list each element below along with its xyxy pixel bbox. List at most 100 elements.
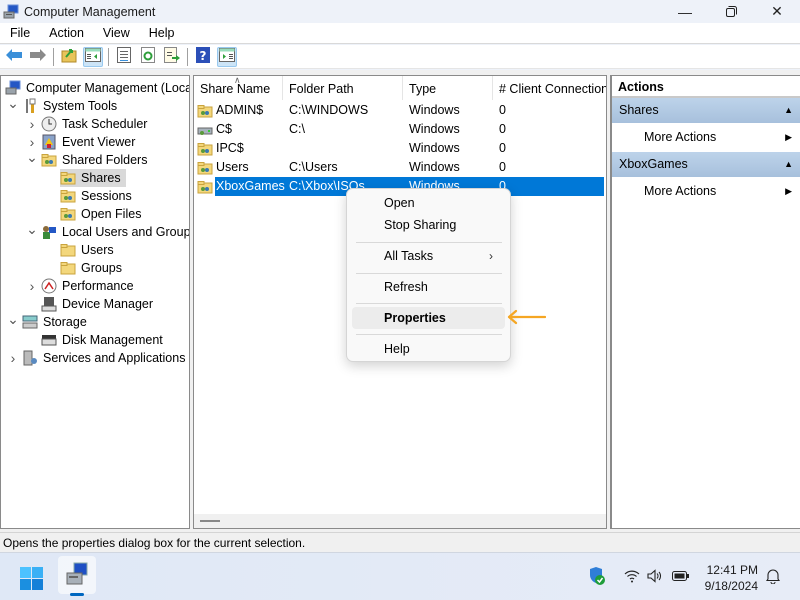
context-menu-open[interactable]: Open	[352, 192, 505, 214]
tree-item-content: Shares	[60, 169, 126, 187]
tree-item-performance[interactable]: › Performance	[26, 277, 139, 295]
show-hide-action-pane-icon	[219, 48, 235, 65]
tree-item-computer-management-local[interactable]: Computer Management (Local	[5, 79, 189, 97]
volume-icon[interactable]	[647, 568, 663, 586]
tree-item-storage[interactable]: ⌄ Storage	[7, 310, 92, 331]
bell-icon[interactable]	[765, 568, 781, 587]
chevron-right-icon[interactable]: ›	[7, 349, 19, 367]
shared-folder-icon	[197, 141, 213, 157]
tree-item-label: Disk Management	[62, 333, 163, 347]
forward-button[interactable]	[28, 47, 48, 67]
forward-arrow-icon	[30, 49, 46, 64]
table-row[interactable]: C$ C:\ Windows 0	[197, 120, 579, 139]
help-button[interactable]: ?	[193, 47, 213, 67]
list-header: ∧ Share Name Folder Path Type # Client C…	[194, 76, 606, 100]
column-header-folder-path[interactable]: Folder Path	[283, 76, 403, 100]
table-row[interactable]: Users C:\Users Windows 0	[197, 158, 579, 177]
folder-icon	[60, 242, 76, 258]
tree-item-label: Users	[81, 243, 114, 257]
clock-date: 9/18/2024	[704, 579, 758, 593]
tree-item-task-scheduler[interactable]: › Task Scheduler	[26, 115, 152, 133]
menu-help[interactable]: Help	[139, 23, 184, 44]
close-button[interactable]: ✕	[754, 0, 800, 23]
minimize-button[interactable]: —	[662, 0, 708, 23]
tree-item-services-and-applications[interactable]: › Services and Applications	[7, 349, 189, 367]
chevron-right-icon[interactable]: ›	[26, 115, 38, 133]
context-menu-stop-sharing[interactable]: Stop Sharing	[352, 214, 505, 236]
taskbar: 12:41 PM 9/18/2024	[0, 552, 800, 600]
table-row[interactable]: IPC$ Windows 0	[197, 139, 579, 158]
tree-item-label: Storage	[43, 315, 87, 329]
chevron-right-icon[interactable]: ›	[26, 277, 38, 295]
column-header-share-name[interactable]: ∧ Share Name	[194, 76, 283, 100]
cell-client-connections: 0	[499, 179, 506, 193]
battery-icon[interactable]	[672, 570, 690, 585]
toolbar-separator	[53, 47, 54, 66]
more-actions-xboxgames[interactable]: More Actions ▶	[612, 177, 800, 206]
chevron-down-icon[interactable]: ⌄	[26, 148, 38, 166]
tree-item-label: Open Files	[81, 207, 142, 221]
tree-item-system-tools[interactable]: ⌄ System Tools	[7, 94, 122, 115]
back-button[interactable]	[4, 47, 24, 67]
cell-type: Windows	[409, 122, 460, 136]
chevron-down-icon[interactable]: ⌄	[26, 220, 38, 238]
windows-security-icon[interactable]	[588, 566, 606, 588]
actions-group-xboxgames[interactable]: XboxGames ▲	[612, 152, 800, 177]
chevron-down-icon[interactable]: ⌄	[7, 310, 19, 328]
scrollbar-thumb[interactable]	[200, 520, 220, 522]
taskbar-app-computer-management[interactable]	[58, 556, 96, 596]
tree-item-content: Shared Folders	[41, 151, 152, 169]
tree-item-device-manager[interactable]: Device Manager	[26, 295, 158, 313]
clock-icon	[41, 116, 57, 132]
cell-client-connections: 0	[499, 141, 506, 155]
shared-folder-icon	[60, 170, 76, 186]
tree-item-content: Sessions	[60, 187, 137, 205]
context-menu-all-tasks[interactable]: All Tasks ›	[352, 245, 505, 267]
wifi-icon[interactable]	[624, 569, 640, 586]
export-list-button[interactable]	[162, 47, 182, 67]
tree-item-content: Computer Management (Local	[5, 79, 189, 97]
restore-button[interactable]	[708, 0, 754, 23]
tree-item-label: Local Users and Groups	[62, 225, 190, 239]
menu-action[interactable]: Action	[39, 23, 93, 44]
context-menu-refresh[interactable]: Refresh	[352, 276, 505, 298]
start-button[interactable]	[20, 567, 44, 591]
show-hide-console-tree-button[interactable]	[83, 46, 103, 67]
svg-text:?: ?	[200, 49, 207, 63]
context-menu-properties[interactable]: Properties	[352, 307, 505, 329]
toolbar: ?	[0, 45, 800, 69]
horizontal-scrollbar[interactable]	[194, 514, 606, 528]
tree-item-users[interactable]: Users	[45, 241, 119, 259]
more-actions-shares[interactable]: More Actions ▶	[612, 123, 800, 152]
show-hide-action-pane-button[interactable]	[217, 46, 237, 67]
tree-item-content: Disk Management	[41, 331, 168, 349]
menu-file[interactable]: File	[0, 23, 39, 44]
tree-item-disk-management[interactable]: Disk Management	[26, 331, 168, 349]
tree-item-open-files[interactable]: Open Files	[45, 205, 146, 223]
console-tree: Computer Management (Local ⌄ System Tools ›…	[0, 75, 190, 529]
up-one-level-button[interactable]	[59, 47, 79, 67]
menu-separator	[356, 273, 502, 274]
actions-group-shares[interactable]: Shares ▲	[612, 98, 800, 123]
tree-item-shared-folders[interactable]: ⌄ Shared Folders	[26, 148, 152, 169]
tree-item-sessions[interactable]: Sessions	[45, 187, 137, 205]
refresh-button[interactable]	[138, 47, 158, 67]
properties-button[interactable]	[114, 47, 134, 67]
context-menu-help[interactable]: Help	[352, 338, 505, 360]
menu-bar: File Action View Help	[0, 23, 800, 44]
chevron-down-icon[interactable]: ⌄	[7, 94, 19, 112]
column-header-client-connections[interactable]: # Client Connection	[493, 76, 606, 100]
tree-item-groups[interactable]: Groups	[45, 259, 127, 277]
tree-item-content: Local Users and Groups	[41, 223, 190, 241]
clock[interactable]: 12:41 PM 9/18/2024	[705, 562, 758, 594]
tree-item-shares[interactable]: Shares	[45, 169, 126, 187]
tree-item-local-users-and-groups[interactable]: ⌄ Local Users and Groups	[26, 220, 190, 241]
column-header-type[interactable]: Type	[403, 76, 493, 100]
event-viewer-icon	[41, 134, 57, 150]
table-row[interactable]: ADMIN$ C:\WINDOWS Windows 0	[197, 101, 579, 120]
tree-item-event-viewer[interactable]: › Event Viewer	[26, 133, 140, 151]
storage-icon	[22, 314, 38, 330]
menu-view[interactable]: View	[93, 23, 139, 44]
